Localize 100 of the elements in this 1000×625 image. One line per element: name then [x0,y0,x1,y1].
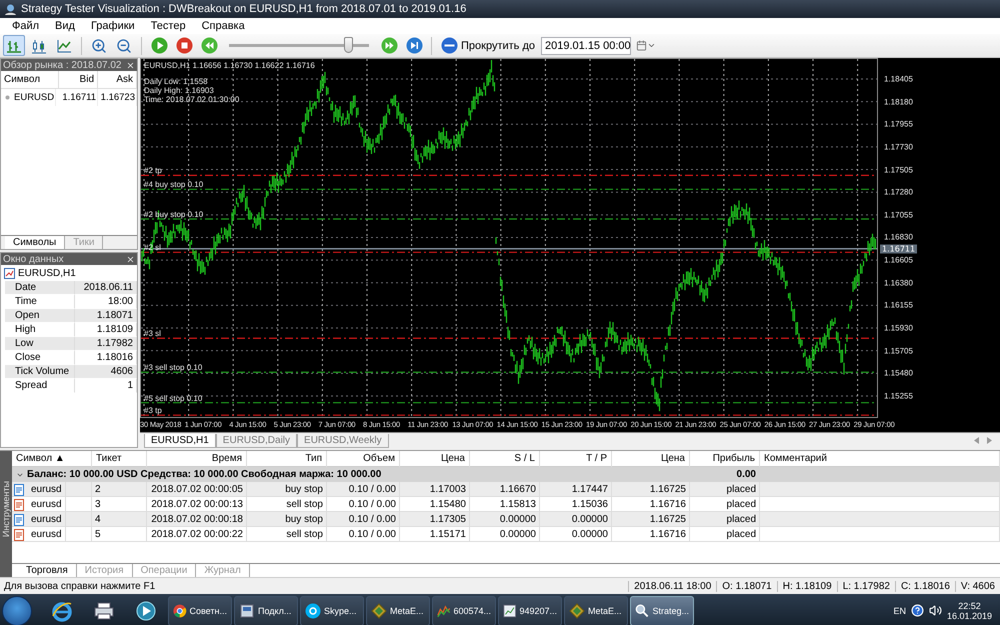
clock-time[interactable]: 22:52 [958,600,981,610]
data-value: 4606 [75,365,137,379]
chart-header: EURUSD,H1 1.16656 1.16730 1.16622 1.16716 [144,61,315,70]
chart-info-text: Daily High: 1.16903 [144,86,215,95]
order-row[interactable]: eurusd 2 2018.07.02 00:00:05 buy stop 0.10 / 0.00 1.17003 1.16670 1.17447 1.16725 placed [12,482,1000,497]
fast-forward-icon [380,37,398,54]
data-label: Tick Volume [5,365,75,379]
start-button[interactable] [2,596,32,625]
table-cell: 1.16723 [98,89,137,106]
taskbar-button[interactable]: Подкл... [234,596,298,625]
price-axis-label: 1.17280 [884,188,913,197]
tab[interactable]: Символы [5,236,66,249]
table-cell: 1.16711 [59,89,98,106]
stop-icon [176,37,192,54]
status-cell: L: 1.17982 [836,580,895,592]
calendar-icon [636,40,647,51]
chart-window-icon [4,268,15,278]
line-chart-icon [56,38,72,54]
date-field[interactable]: 2019.01.15 00:00 [541,36,631,54]
taskbar-button[interactable]: Skype... [300,596,364,625]
price-axis-label: 1.15480 [884,368,913,378]
taskbar-button[interactable]: 600574... [432,596,496,625]
app-icon [4,2,17,16]
window-title: Strategy Tester Visualization : DWBreakout on EURUSD,H1 from 2018.07.01 to 2019.01.16 [21,3,466,15]
price-axis-label: 1.17055 [884,210,913,220]
symbol-label: EURUSD,H1 [18,268,76,278]
order-document-icon [14,498,24,510]
table-cell: 1.16716 [612,527,690,542]
menu-item[interactable]: Вид [47,20,83,32]
browser-icon [173,602,186,618]
side-panel-label: Инструменты [1,480,11,537]
data-value: 1.17982 [75,337,137,351]
help-icon[interactable] [910,604,924,617]
taskbar-button[interactable]: MetaE... [366,596,430,625]
price-axis-label: 1.16830 [884,232,913,242]
data-value: 2018.06.11 [75,281,137,295]
data-value: 1.18071 [75,309,137,323]
data-label: Date [5,281,75,295]
column-header[interactable]: Символ [1,71,59,89]
chart-tab[interactable]: EURUSD,Weekly [297,434,389,448]
order-row[interactable]: eurusd 3 2018.07.02 00:00:13 sell stop 0.10 / 0.00 1.15480 1.15813 1.15036 1.16716 placed [12,497,1000,512]
balance-summary: Баланс: 10 000.00 USD Средства: 10 000.00 Свободная маржа: 10 000.00 [27,469,382,480]
price-axis-label: 1.15705 [884,346,913,356]
menu-item[interactable]: Графики [82,20,143,32]
menu-item[interactable]: Тестер [142,20,194,32]
order-document-icon [14,514,24,526]
table-cell: 2018.07.02 00:00:22 [147,527,247,542]
taskbar-button[interactable]: MetaE... [564,596,628,625]
clock-date[interactable]: 16.01.2019 [946,610,992,620]
price-axis-label: 1.15255 [884,391,913,400]
symbol-dot-icon [5,95,10,100]
chart-type-button[interactable] [3,35,25,56]
scroll-to-icon [441,37,458,54]
menu-item[interactable]: Файл [4,20,48,32]
column-header[interactable]: Bid [59,71,98,89]
column-header[interactable]: Ask [98,71,137,89]
price-axis-label: 1.16605 [884,256,913,265]
price-axis-label: 1.16380 [884,278,913,288]
taskbar-button[interactable]: Советн... [168,596,232,625]
volume-icon[interactable] [928,604,942,617]
level-label: #5 sell stop 0.10 [144,394,202,403]
zoom-out-icon [116,38,132,54]
price-axis-label: 1.18405 [884,74,913,84]
chart-app-icon [437,602,450,618]
level-label: #2 tp [144,166,162,176]
taskbar-button[interactable]: Strateg... [630,596,694,625]
level-label: #3 sl [144,329,161,338]
price-axis-label: 1.15930 [884,324,913,333]
panel-title: Окно данных [3,254,64,264]
menu-item[interactable]: Справка [194,20,253,32]
play-icon [150,37,168,54]
price-axis-label: 1.18180 [884,97,913,106]
close-icon[interactable] [126,60,135,70]
taskbar-button[interactable]: 949207... [498,596,562,625]
table-cell: 0.00000 [540,527,612,542]
printer-icon [93,600,115,622]
data-label: Low [5,337,75,351]
current-price-label: 1.16711 [880,244,918,254]
chart-tab[interactable]: EURUSD,H1 [144,434,216,448]
order-row[interactable]: eurusd 5 2018.07.02 00:00:22 sell stop 0.10 / 0.00 1.15171 0.00000 0.00000 1.16716 placed [12,527,1000,542]
table-cell: eurusd [28,527,66,542]
price-axis-label: 1.17505 [884,165,913,174]
table-cell: 1.15171 [400,527,470,542]
table-cell: EURUSD [13,89,56,106]
chart-tab[interactable]: EURUSD,Daily [216,434,298,448]
media-player-icon [135,600,157,622]
slider-thumb[interactable] [344,37,354,53]
order-document-icon [14,484,24,496]
editor-app-icon [371,602,387,618]
rewind-icon [200,37,218,54]
level-label: #3 tp [144,406,162,416]
table-cell: 0.00000 [470,527,540,542]
language-indicator[interactable]: EN [893,606,906,616]
scroll-to-button[interactable]: Прокрутить до [438,35,538,56]
close-icon[interactable] [126,254,135,264]
order-row[interactable]: eurusd 4 2018.07.02 00:00:18 buy stop 0.10 / 0.00 1.17305 0.00000 0.00000 1.16725 placed [12,512,1000,527]
chart-info-text: Time: 2018.07.02 01:30:00 [144,95,240,104]
candlestick-icon [31,38,47,54]
panel-title: Обзор рынка : 2018.07.02 [3,60,122,70]
zoom-in-icon [91,38,107,54]
